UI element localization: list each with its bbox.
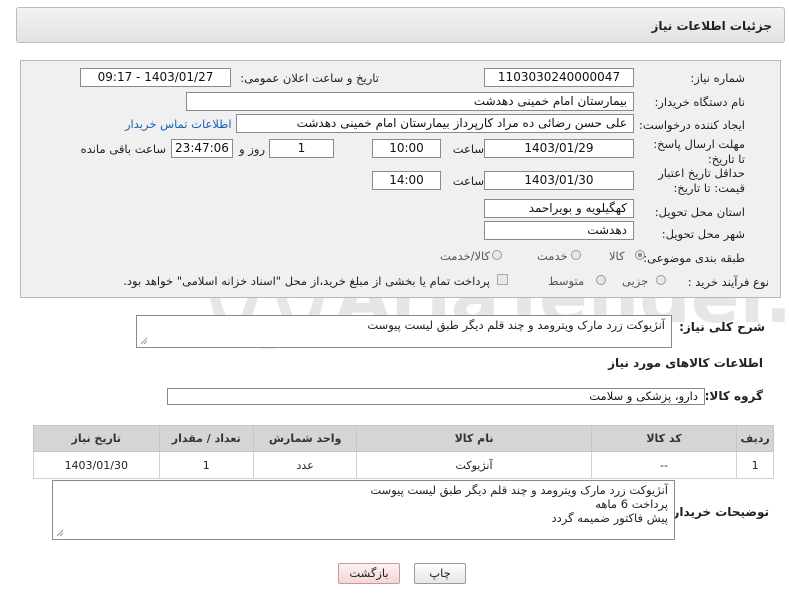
cell-item-name: آنژیوکت: [356, 451, 592, 479]
category-option-goods: کالا: [609, 249, 625, 263]
summary-text: آنژیوکت زرد مارک ویترومد و چند قلم دیگر …: [367, 318, 665, 332]
category-radio-service[interactable]: [571, 250, 581, 260]
goods-section-title: اطلاعات کالاهای مورد نیاز: [608, 356, 763, 370]
remaining-time-field: 23:47:06: [171, 139, 233, 158]
cell-unit: عدد: [252, 451, 358, 479]
buyer-notes-line-3: پیش فاکتور ضمیمه گردد: [551, 511, 669, 525]
buyer-notes-label: توضیحات خریدار:: [667, 505, 769, 519]
treasury-note: پرداخت تمام یا بخشی از مبلغ خرید،از محل …: [123, 274, 490, 288]
back-button[interactable]: بازگشت: [338, 563, 400, 584]
page-title: جزئیات اطلاعات نیاز: [651, 19, 772, 33]
announce-datetime-field: 1403/01/27 - 09:17: [80, 68, 231, 87]
day-and-label: روز و: [239, 142, 265, 156]
province-label: استان محل تحویل:: [654, 205, 745, 219]
resize-grip-icon[interactable]: [140, 337, 148, 345]
col-quantity: تعداد / مقدار: [158, 425, 254, 452]
deadline-label: مهلت ارسال پاسخ: تا تاریخ:: [653, 137, 745, 166]
category-label: طبقه بندی موضوعی:: [643, 251, 745, 265]
validity-time-label: ساعت: [452, 174, 484, 188]
goods-group-field: دارو، پزشکی و سلامت: [167, 388, 705, 405]
buyer-notes-line-1: آنژیوکت زرد مارک ویترومد و چند قلم دیگر …: [370, 483, 668, 497]
buyer-contact-link[interactable]: اطلاعات تماس خریدار: [125, 117, 232, 131]
goods-table-header: تاریخ نیاز تعداد / مقدار واحد شمارش نام …: [33, 425, 774, 452]
process-option-medium: متوسط: [548, 274, 585, 288]
deadline-time-label: ساعت: [452, 142, 484, 156]
cell-row: 1: [736, 451, 774, 479]
deadline-date-field: 1403/01/29: [484, 139, 634, 158]
province-field: کهگیلویه و بویراحمد: [484, 199, 634, 218]
process-option-minor: جزیی: [622, 274, 649, 288]
page-header: جزئیات اطلاعات نیاز: [16, 7, 785, 43]
col-row: ردیف: [736, 425, 774, 452]
buyer-org-label: نام دستگاه خریدار:: [654, 95, 745, 109]
remaining-label: ساعت باقی مانده: [80, 142, 166, 156]
table-row: 1403/01/30 1 عدد آنژیوکت -- 1: [33, 451, 774, 479]
cell-need-date: 1403/01/30: [33, 451, 160, 479]
goods-table: تاریخ نیاز تعداد / مقدار واحد شمارش نام …: [33, 425, 774, 479]
treasury-checkbox[interactable]: [497, 274, 508, 285]
resize-grip-icon[interactable]: [56, 529, 64, 537]
buyer-notes-line-2: پرداخت 6 ماهه: [595, 497, 668, 511]
city-field: دهدشت: [484, 221, 634, 240]
validity-label: حداقل تاریخ اعتبار قیمت: تا تاریخ:: [658, 166, 745, 195]
goods-group-label: گروه کالا:: [704, 389, 763, 403]
col-unit: واحد شمارش: [252, 425, 358, 452]
category-radio-goods[interactable]: [635, 250, 645, 260]
cell-item-code: --: [590, 451, 738, 479]
deadline-time-field: 10:00: [372, 139, 441, 158]
process-radio-minor[interactable]: [656, 275, 666, 285]
process-radio-medium[interactable]: [596, 275, 606, 285]
buyer-notes-textarea[interactable]: آنژیوکت زرد مارک ویترومد و چند قلم دیگر …: [52, 480, 675, 540]
days-remaining-field: 1: [269, 139, 334, 158]
category-option-service: خدمت: [537, 249, 568, 263]
col-item-name: نام کالا: [356, 425, 592, 452]
summary-label: شرح کلی نیاز:: [679, 320, 765, 334]
summary-textarea[interactable]: آنژیوکت زرد مارک ویترومد و چند قلم دیگر …: [136, 315, 672, 348]
buyer-org-field: بیمارستان امام خمینی دهدشت: [186, 92, 634, 111]
category-radio-both[interactable]: [492, 250, 502, 260]
category-option-both: کالا/خدمت: [440, 249, 491, 263]
validity-time-field: 14:00: [372, 171, 441, 190]
need-number-label: شماره نیاز:: [690, 71, 745, 85]
cell-quantity: 1: [158, 451, 254, 479]
need-number-field: 1103030240000047: [484, 68, 634, 87]
creator-field: علی حسن رضائی ده مراد کارپرداز بیمارستان…: [236, 114, 634, 133]
process-label: نوع فرآیند خرید :: [687, 275, 769, 289]
validity-date-field: 1403/01/30: [484, 171, 634, 190]
creator-label: ایجاد کننده درخواست:: [639, 118, 745, 132]
city-label: شهر محل تحویل:: [661, 227, 745, 241]
col-item-code: کد کالا: [590, 425, 738, 452]
announce-label: تاریخ و ساعت اعلان عمومی:: [240, 71, 379, 85]
col-need-date: تاریخ نیاز: [33, 425, 160, 452]
print-button[interactable]: چاپ: [414, 563, 466, 584]
